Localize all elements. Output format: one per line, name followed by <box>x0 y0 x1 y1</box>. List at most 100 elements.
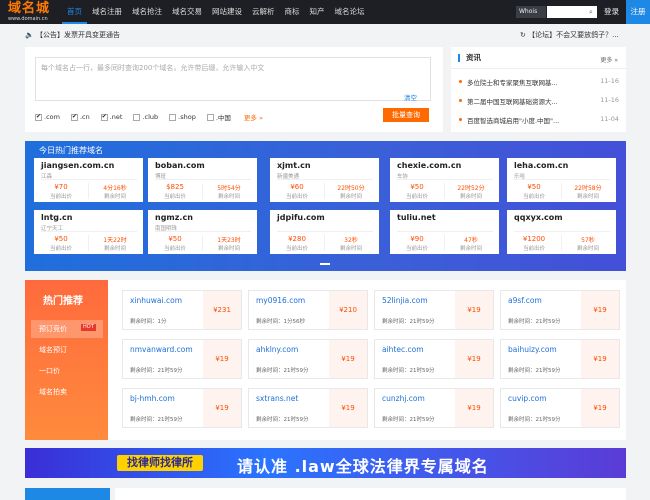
checkbox-unchecked[interactable] <box>133 113 141 121</box>
recommend-title: 热门推荐 <box>43 296 83 307</box>
checkbox-checked[interactable] <box>100 113 108 121</box>
banner-left-text: 找律师找律所 <box>117 455 203 471</box>
nav-domain-trade[interactable]: 域名交易 <box>167 0 207 24</box>
checkbox-checked[interactable] <box>70 113 78 121</box>
logo-text: 域名城 <box>8 1 51 16</box>
price-box: ¥19 <box>203 340 241 378</box>
law-domain-banner[interactable]: 找律师找律所 请认准 .law全球法律界专属域名 <box>25 448 626 478</box>
nav-domain-register[interactable]: 域名注册 <box>87 0 127 24</box>
tld-shop[interactable]: .shop <box>169 113 196 121</box>
recommend-card[interactable]: 52linjia.com 剩余时间：21时59分 ¥19 <box>374 290 494 330</box>
recommend-card[interactable]: aihtec.com 剩余时间：21时59分 ¥19 <box>374 339 494 379</box>
recommend-card[interactable]: a9sf.com 剩余时间：21时59分 ¥19 <box>500 290 620 330</box>
recommend-card[interactable]: baihuizy.com 剩余时间：21时59分 ¥19 <box>500 339 620 379</box>
menu-item-bid-preorder[interactable]: 预订竞价 HOT <box>31 320 103 338</box>
tld-label: .shop <box>178 113 196 121</box>
hot-domain-card[interactable]: jiangsen.com.cn 江森 ¥70 4分16秒 当前出价 剩余时间 <box>34 158 143 202</box>
menu-item-auction[interactable]: 域名拍卖 <box>31 383 103 401</box>
tld-label: .club <box>142 113 159 121</box>
speaker-icon: 🔈 <box>25 31 34 39</box>
hot-domain-card[interactable]: ngmz.cn 南国明珠 ¥50 1天23时 当前出价 剩余时间 <box>148 210 257 254</box>
nav-website-build[interactable]: 网站建设 <box>207 0 247 24</box>
nav-domain-snatch[interactable]: 域名抢注 <box>127 0 167 24</box>
bullet-icon <box>459 80 462 83</box>
banner-right-text: 请认准 .law全球法律界专属域名 <box>237 457 489 476</box>
news-panel: 资讯 更多 » 多位院士和专家聚焦互联网基... 11-16 第二届中国互联网基础… <box>451 47 626 132</box>
recommend-card[interactable]: sxtrans.net 剩余时间：21时59分 ¥19 <box>248 388 368 428</box>
hot-domain-card[interactable]: chexie.com.cn 车协 ¥50 22时52分 当前出价 剩余时间 <box>390 158 499 202</box>
batch-search-panel: 每个域名占一行，最多同时查询200个域名，允许带后缀，允许输入中文 清空 .co… <box>25 47 443 132</box>
tld-label: .中国 <box>215 114 231 122</box>
checkbox-unchecked[interactable] <box>206 113 214 121</box>
tld-cn[interactable]: .cn <box>70 113 90 121</box>
bullet-icon <box>459 99 462 102</box>
nav-cloud-dns[interactable]: 云解析 <box>247 0 280 24</box>
news-title: 资讯 <box>458 54 481 62</box>
recommend-sidebar: 热门推荐 预订竞价 HOT 域名预订 一口价 域名拍卖 <box>25 280 108 440</box>
hot-domain-card[interactable]: lntg.cn 辽宁天工 ¥50 1天22时 当前出价 剩余时间 <box>34 210 143 254</box>
recommend-card[interactable]: ahklny.com 剩余时间：21时59分 ¥19 <box>248 339 368 379</box>
price-box: ¥19 <box>329 340 367 378</box>
checkbox-unchecked[interactable] <box>169 113 177 121</box>
tld-label: .net <box>109 113 123 121</box>
nav-ip[interactable]: 知产 <box>305 0 330 24</box>
recommend-card[interactable]: cunzhj.com 剩余时间：21时59分 ¥19 <box>374 388 494 428</box>
carousel-indicator[interactable] <box>320 263 330 265</box>
recommend-card[interactable]: my0916.com 剩余时间：1分56秒 ¥210 <box>248 290 368 330</box>
menu-item-preorder[interactable]: 域名预订 <box>31 341 103 359</box>
news-header: 资讯 更多 » <box>451 47 626 69</box>
hot-domain-card[interactable]: leha.com.cn 乐哈 ¥50 22时58分 当前出价 剩余时间 <box>507 158 616 202</box>
more-tlds-link[interactable]: 更多 » <box>244 112 263 122</box>
checkbox-checked[interactable] <box>35 113 42 121</box>
tld-net[interactable]: .net <box>100 113 123 121</box>
price-box: ¥19 <box>581 340 619 378</box>
hot-domain-card[interactable]: tuliu.net ¥90 47秒 当前出价 剩余时间 <box>390 210 499 254</box>
hot-domain-card[interactable]: qqxyx.com ¥1200 57秒 当前出价 剩余时间 <box>507 210 616 254</box>
recommend-card[interactable]: nmvanward.com 剩余时间：21时59分 ¥19 <box>122 339 242 379</box>
recommend-card[interactable]: bj-hmh.com 剩余时间：21时59分 ¥19 <box>122 388 242 428</box>
price-box: ¥19 <box>455 340 493 378</box>
login-link[interactable]: 登录 <box>604 0 619 24</box>
tld-club[interactable]: .club <box>133 113 158 121</box>
nav-trademark[interactable]: 商标 <box>280 0 305 24</box>
nav-forum[interactable]: 域名论坛 <box>330 0 370 24</box>
recommend-card[interactable]: xinhuwai.com 剩余时间：1分 ¥231 <box>122 290 242 330</box>
news-item[interactable]: 多位院士和专家聚焦互联网基... 11-16 <box>459 77 619 89</box>
news-more-link[interactable]: 更多 » <box>600 55 618 64</box>
hot-domain-card[interactable]: xjmt.cn 新疆美通 ¥60 22时50分 当前出价 剩余时间 <box>270 158 379 202</box>
whois-select[interactable]: Whois <box>516 6 546 18</box>
recommend-card[interactable]: cuvip.com 剩余时间：21时59分 ¥19 <box>500 388 620 428</box>
share-icon: ↻ <box>520 31 526 39</box>
tld-label: .cn <box>79 113 90 121</box>
next-section-body <box>115 488 626 500</box>
batch-query-button[interactable]: 批量查询 <box>383 108 429 122</box>
bullet-icon <box>459 118 462 121</box>
announcement-link[interactable]: 🔈 【公告】发票开具变更通告 <box>25 30 120 40</box>
news-item[interactable]: 百度智选商城启用"小度.中国"... 11-04 <box>459 115 619 127</box>
price-box: ¥19 <box>455 291 493 329</box>
price-box: ¥210 <box>329 291 367 329</box>
site-logo[interactable]: 域名城 www.domain.cn <box>8 1 56 23</box>
news-item[interactable]: 第二届中国互联网基础资源大... 11-16 <box>459 96 619 108</box>
forum-text: 【论坛】不会又要放鸽子？... <box>528 31 619 39</box>
clear-link[interactable]: 清空 <box>404 92 417 102</box>
nav-home[interactable]: 首页 <box>62 0 87 24</box>
tld-label: .com <box>44 113 60 121</box>
price-box: ¥231 <box>203 291 241 329</box>
price-box: ¥19 <box>581 291 619 329</box>
hot-domain-card[interactable]: jdpifu.com ¥280 32秒 当前出价 剩余时间 <box>270 210 379 254</box>
tld-china[interactable]: .中国 <box>206 112 231 122</box>
top-header: 域名城 www.domain.cn 首页 域名注册 域名抢注 域名交易 网站建设… <box>0 0 650 24</box>
domain-query-textarea[interactable]: 每个域名占一行，最多同时查询200个域名，允许带后缀，允许输入中文 <box>35 57 431 101</box>
price-box: ¥19 <box>455 389 493 427</box>
forum-link[interactable]: ↻ 【论坛】不会又要放鸽子？... <box>520 30 619 40</box>
search-icon[interactable]: ⌕ <box>586 7 596 17</box>
tld-com[interactable]: .com <box>35 113 60 121</box>
recommend-section: 热门推荐 预订竞价 HOT 域名预订 一口价 域名拍卖 xinhuwai.com… <box>25 280 626 440</box>
hot-badge: HOT <box>81 324 96 331</box>
menu-item-fixed-price[interactable]: 一口价 <box>31 362 103 380</box>
hot-domains-section: 今日热门推荐域名 jiangsen.com.cn 江森 ¥70 4分16秒 当前出价… <box>25 141 626 271</box>
hot-domain-card[interactable]: boban.com 博班 $825 5时54分 当前出价 剩余时间 <box>148 158 257 202</box>
announcement-text: 【公告】发票开具变更通告 <box>35 31 120 39</box>
register-button[interactable]: 注册 <box>626 0 650 24</box>
